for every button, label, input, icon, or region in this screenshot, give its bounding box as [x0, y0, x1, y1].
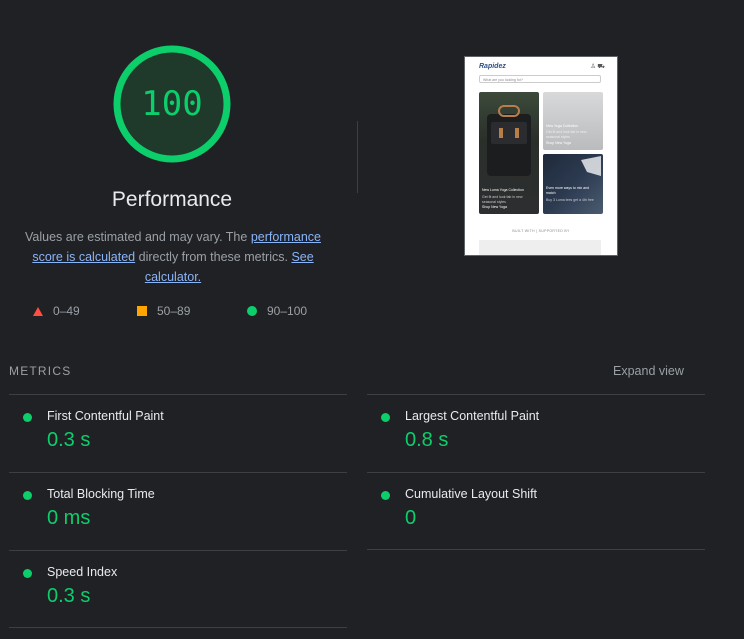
metrics-divider: [367, 394, 705, 395]
metrics-header: METRICS: [9, 364, 72, 378]
site-logo: Rapidez: [479, 63, 506, 70]
square-orange-icon: [137, 306, 147, 316]
metric-value: 0 ms: [47, 507, 91, 529]
legend-label: 90–100: [267, 304, 308, 318]
metric-value: 0.3 s: [47, 585, 91, 607]
card-title: New Luma Yoga Collection: [482, 188, 524, 192]
pass-dot-icon: [23, 413, 32, 422]
metrics-divider: [367, 549, 705, 550]
card-title: Even more ways to mix and match: [546, 186, 589, 195]
vertical-divider: [357, 121, 358, 193]
legend-label: 50–89: [157, 304, 191, 318]
metrics-divider: [9, 472, 347, 473]
card-cta: Shop New Yoga: [482, 205, 507, 209]
expand-view-button[interactable]: Expand view: [613, 364, 684, 378]
legend-fail: 0–49: [33, 304, 80, 318]
footer-logos: [479, 240, 601, 255]
legend-label: 0–49: [53, 304, 80, 318]
metrics-divider: [367, 472, 705, 473]
pass-dot-icon: [381, 413, 390, 422]
gauge-score: 100: [141, 84, 203, 124]
legend-pass: 90–100: [247, 304, 307, 318]
card-subtitle: Get fit and look fab in new seasonal sty…: [546, 130, 587, 139]
pass-dot-icon: [23, 491, 32, 500]
score-legend: 0–49 50–89 90–100: [0, 304, 344, 320]
metric-value: 0.8 s: [405, 429, 449, 451]
card-subtitle: Buy 3 Luma tees get a 4th free: [546, 198, 594, 202]
metric-label: Largest Contentful Paint: [405, 409, 540, 423]
metric-label: Cumulative Layout Shift: [405, 487, 538, 501]
legend-average: 50–89: [137, 304, 190, 318]
metric-value: 0.3 s: [47, 429, 91, 451]
triangle-red-icon: [33, 306, 43, 316]
metric-cumulative-layout-shift: Cumulative Layout Shift 0: [367, 483, 667, 543]
metrics-divider: [9, 550, 347, 551]
metric-total-blocking-time: Total Blocking Time 0 ms: [9, 483, 309, 543]
promo-card: New Luma Yoga Collection Get fit and loo…: [479, 92, 539, 214]
metric-largest-contentful-paint: Largest Contentful Paint 0.8 s: [367, 405, 667, 465]
metric-label: Speed Index: [47, 565, 118, 579]
final-screenshot-thumbnail[interactable]: Rapidez ♙ ⛟ What are you looking for? Ne…: [464, 56, 618, 256]
description-text-1: Values are estimated and may vary. The: [25, 230, 251, 244]
metrics-divider: [9, 394, 347, 395]
pass-dot-icon: [23, 569, 32, 578]
metric-value: 0: [405, 507, 417, 529]
metric-speed-index: Speed Index 0.3 s: [9, 561, 309, 621]
metric-first-contentful-paint: First Contentful Paint 0.3 s: [9, 405, 309, 465]
gauge-title: Performance: [111, 188, 233, 211]
metrics-divider: [9, 627, 347, 628]
promo-card: New Yoga Collection Get fit and look fab…: [543, 92, 603, 150]
site-search-input: What are you looking for?: [479, 75, 601, 83]
card-title: New Yoga Collection: [546, 124, 579, 128]
performance-gauge: 100: [111, 43, 233, 165]
jeans-image: [581, 156, 601, 176]
card-cta: Shop New Yoga: [546, 141, 571, 145]
pass-dot-icon: [381, 491, 390, 500]
card-subtitle: Get fit and look fab in new seasonal sty…: [482, 195, 523, 204]
metric-label: First Contentful Paint: [47, 409, 164, 423]
built-with-label: BUILT WITH | SUPPORTED BY: [512, 229, 570, 233]
description-text-2: directly from these metrics.: [135, 250, 292, 264]
metric-label: Total Blocking Time: [47, 487, 155, 501]
promo-card: Even more ways to mix and match Buy 3 Lu…: [543, 154, 603, 214]
circle-green-icon: [247, 306, 257, 316]
score-description: Values are estimated and may vary. The p…: [14, 227, 332, 287]
header-icons: ♙ ⛟: [590, 64, 605, 70]
